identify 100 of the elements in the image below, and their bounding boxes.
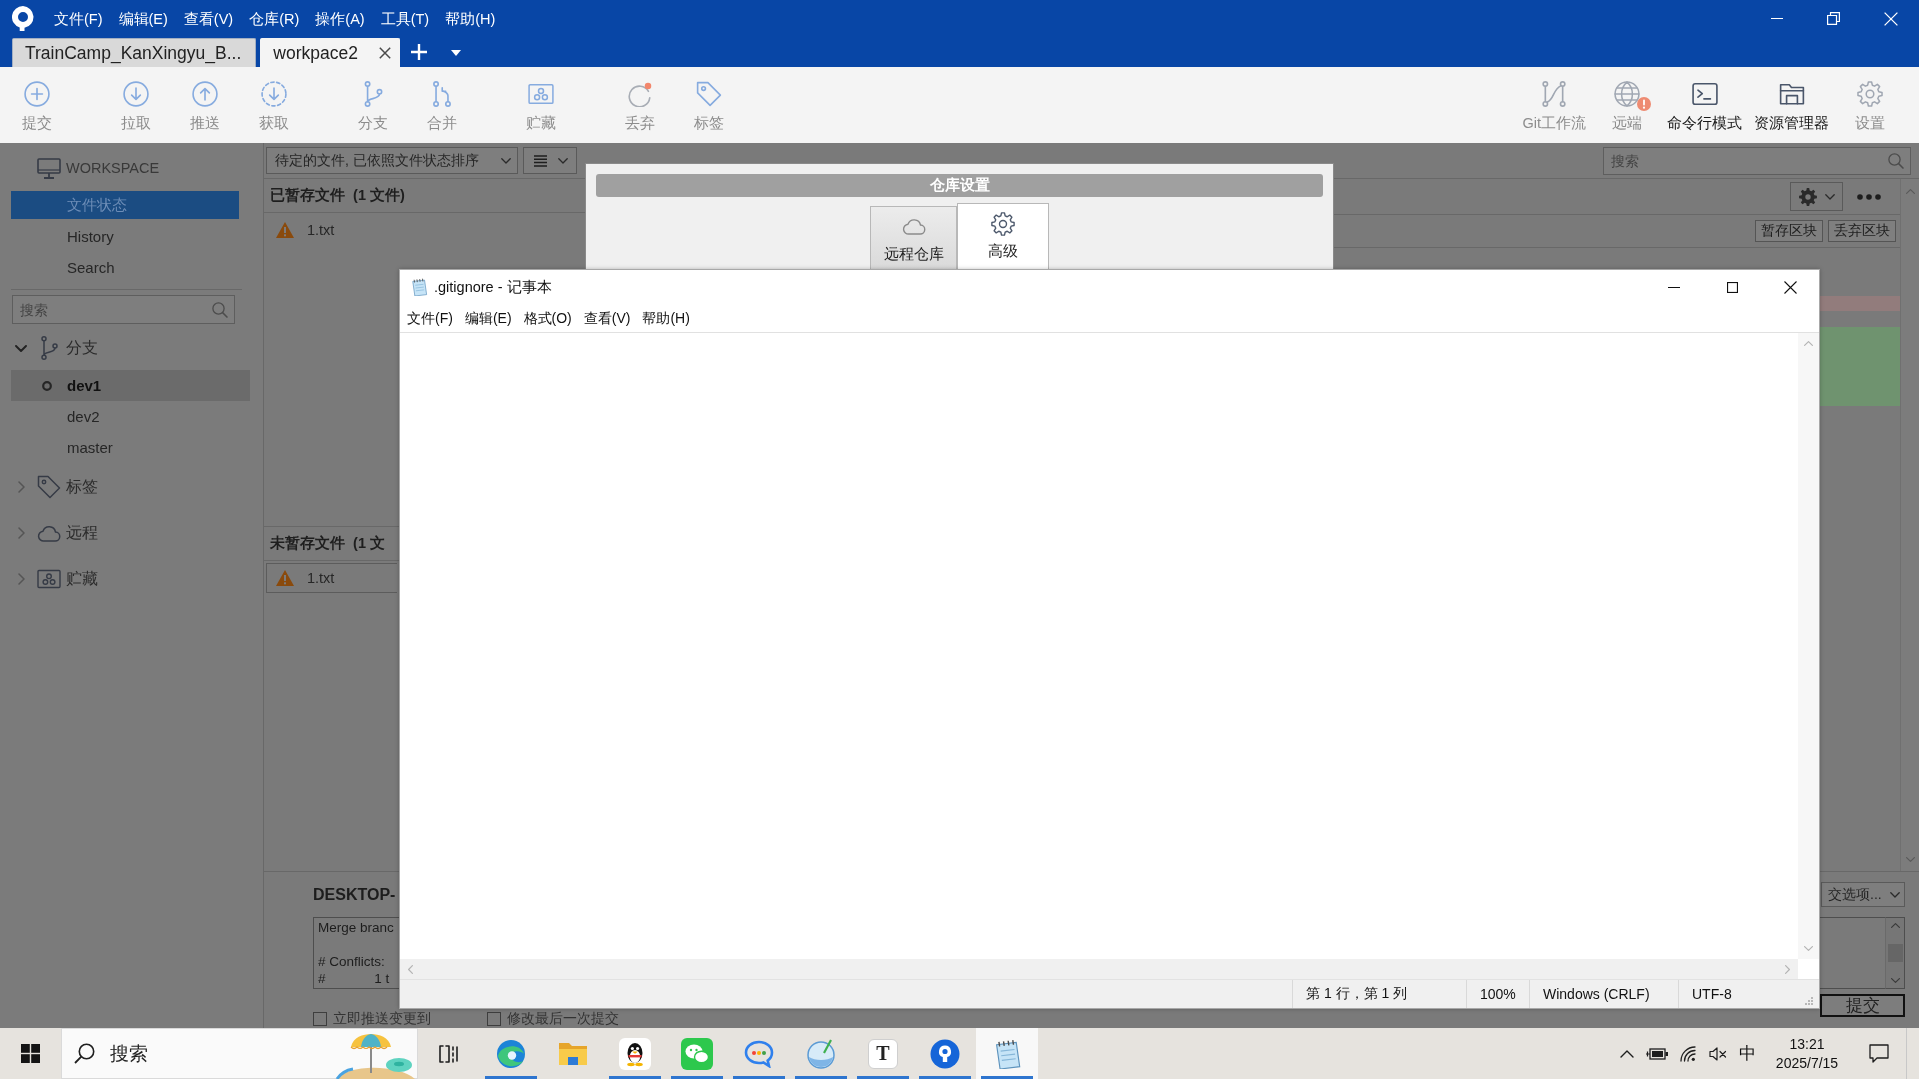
branch-item[interactable]: dev2 (11, 401, 250, 432)
folder-icon[interactable] (558, 1040, 588, 1067)
search-icon (1888, 152, 1904, 169)
menu-item[interactable]: 查看(V) (175, 8, 242, 29)
ring-icon (42, 380, 52, 391)
group-label[interactable]: 远程 (66, 522, 98, 544)
caret-down-icon[interactable] (450, 50, 461, 56)
tab[interactable]: workpace2 (260, 38, 400, 67)
group-label[interactable]: 贮藏 (66, 568, 98, 590)
chevron-down-icon[interactable] (15, 344, 27, 352)
chevron-right-icon[interactable] (17, 527, 25, 539)
menu-item[interactable]: 格式(O) (517, 308, 578, 328)
scroll-up-icon[interactable] (1804, 341, 1813, 346)
search-icon (212, 301, 228, 318)
menu-item[interactable]: 编辑(E) (458, 308, 518, 328)
status-text: UTF-8 (1692, 986, 1732, 1002)
section-header: 未暂存文件 (1 文 (270, 534, 385, 553)
toolbar-button[interactable]: 命令行模式 (1661, 80, 1748, 135)
task-view-icon[interactable] (439, 1043, 459, 1064)
speech-bubble-icon[interactable] (744, 1039, 774, 1068)
logo-icon[interactable] (12, 6, 34, 31)
windows-logo-icon[interactable] (21, 1044, 40, 1063)
section-header: WORKSPACE (66, 160, 160, 176)
branch-item[interactable]: dev1 (11, 370, 250, 401)
chat-bubbles-icon[interactable] (681, 1037, 713, 1070)
branch-item[interactable]: master (11, 432, 250, 463)
section-header: 已暂存文件 (1 文件) (270, 186, 405, 205)
hunk-button[interactable]: 丢弃区块 (1828, 220, 1896, 242)
window-title: .gitignore - 记事本 (434, 277, 552, 297)
settings-dropdown[interactable] (1790, 182, 1843, 211)
group-label[interactable]: 标签 (66, 476, 98, 498)
sidebar-item[interactable]: Search (11, 253, 239, 281)
close-icon[interactable] (1783, 280, 1797, 294)
pin-icon[interactable] (930, 1038, 960, 1069)
glass-ball-icon[interactable] (806, 1038, 836, 1069)
more-icon[interactable] (1857, 193, 1881, 200)
file-item[interactable]: 1.txt (266, 563, 397, 593)
menu-item[interactable]: 帮助(H) (636, 308, 696, 328)
search-field[interactable]: 搜索 (1603, 146, 1911, 175)
checkbox[interactable] (487, 1012, 501, 1026)
scroll-up-icon[interactable] (1890, 923, 1900, 928)
penguin-icon[interactable] (619, 1037, 651, 1070)
hunk-button[interactable]: 暂存区块 (1755, 220, 1823, 242)
dialog-title-bar: 仓库设置 (596, 174, 1323, 197)
menu-item[interactable]: 文件(F) (401, 308, 459, 328)
status-text: Windows (CRLF) (1543, 986, 1650, 1002)
menu-item[interactable]: 编辑(E) (110, 8, 176, 29)
checkbox-label[interactable]: 修改最后一次提交 (507, 1011, 619, 1027)
warning-icon (276, 570, 294, 586)
menu-item[interactable]: 仓库(R) (241, 8, 308, 29)
plus-icon[interactable] (410, 44, 427, 60)
letter-tile-icon[interactable]: T (868, 1038, 898, 1069)
beach-umbrella-icon (335, 1033, 417, 1079)
resize-grip-icon[interactable] (1805, 997, 1813, 1005)
close-icon[interactable] (378, 47, 391, 59)
dialog-tab[interactable]: 远程仓库 (870, 206, 957, 269)
folder-icon[interactable] (1778, 81, 1805, 107)
dialog-tab[interactable]: 高级 (957, 203, 1049, 269)
menu-item[interactable]: 工具(T) (372, 8, 438, 29)
menu-item[interactable]: 查看(V) (577, 308, 637, 328)
minimize-icon[interactable] (1668, 286, 1680, 288)
battery-icon[interactable] (1646, 1047, 1668, 1060)
restore-icon[interactable] (1827, 12, 1840, 25)
scroll-down-icon[interactable] (1804, 946, 1813, 951)
muted-speaker-icon[interactable] (1709, 1046, 1727, 1061)
chevron-down-icon (1890, 891, 1900, 898)
sort-dropdown[interactable]: 待定的文件, 已依照文件状态排序 (266, 147, 518, 174)
menu-item[interactable]: 操作(A) (307, 8, 373, 29)
chevron-up-icon[interactable] (1620, 1049, 1634, 1058)
scrollbar-thumb[interactable] (1887, 944, 1903, 962)
wifi-icon[interactable] (1680, 1045, 1696, 1062)
group-label[interactable]: 分支 (66, 337, 98, 359)
clock-time[interactable]: 13:21 (1789, 1034, 1825, 1054)
sidebar-item[interactable]: 文件状态 (11, 191, 239, 219)
commit-button[interactable]: 提交 (1820, 994, 1905, 1017)
toolbar-button[interactable]: 资源管理器 (1748, 80, 1835, 135)
chevron-right-icon[interactable] (17, 573, 25, 585)
menu-item[interactable]: 帮助(H) (437, 8, 504, 29)
clock-date[interactable]: 2025/7/15 (1775, 1053, 1839, 1073)
commit-options-dropdown[interactable]: 交选项... (1821, 882, 1905, 907)
checkbox-label[interactable]: 立即推送变更到 (333, 1011, 431, 1027)
cloud-icon (901, 217, 926, 235)
tab[interactable]: TrainCamp_KanXingyu_B... (12, 38, 257, 67)
checkbox[interactable] (313, 1012, 327, 1026)
sidebar-item[interactable]: History (11, 222, 239, 250)
notification-icon[interactable] (1869, 1044, 1889, 1063)
swirl-icon[interactable] (496, 1038, 526, 1069)
input-method-indicator[interactable]: 中 (1738, 1042, 1756, 1065)
menu-item[interactable]: 文件(F) (46, 8, 111, 29)
scroll-left-icon[interactable] (408, 964, 413, 974)
scroll-down-icon[interactable] (1890, 978, 1900, 983)
search-field[interactable]: 搜索 (12, 295, 235, 324)
chevron-down-icon[interactable] (558, 157, 568, 164)
maximize-icon[interactable] (1726, 281, 1738, 293)
view-dropdown[interactable] (523, 147, 577, 174)
chevron-down-icon[interactable] (501, 157, 511, 164)
chevron-right-icon[interactable] (17, 481, 25, 493)
taskbar-button[interactable]: T (852, 1028, 914, 1079)
terminal-icon[interactable] (1691, 81, 1718, 107)
file-item[interactable]: 1.txt (266, 215, 397, 245)
